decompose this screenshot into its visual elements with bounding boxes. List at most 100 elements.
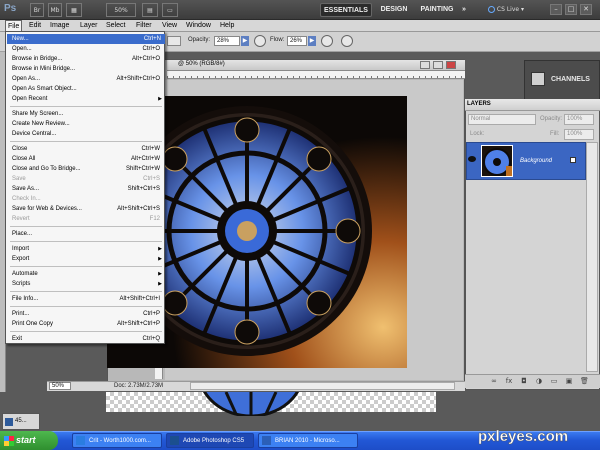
menu-item-close[interactable]: Close Ctrl+W [12, 144, 164, 154]
menu-item-shortcut: Ctrl+Q [142, 336, 160, 342]
layer-opacity-input[interactable]: 100% [564, 114, 594, 125]
layer-style-icon[interactable]: fx [505, 377, 513, 385]
new-layer-icon[interactable]: ▣ [565, 377, 573, 385]
menu-item-label: File Info... [12, 296, 39, 302]
maximize-button[interactable]: □ [565, 4, 577, 15]
close-button[interactable]: ✕ [580, 4, 592, 15]
menu-separator [10, 141, 162, 142]
lower-window-preview-art [202, 392, 300, 416]
menu-item-label: Print One Copy [12, 321, 54, 327]
brush-mode-dropdown[interactable] [167, 36, 181, 46]
menu-item-label: Create New Review... [12, 121, 70, 127]
menu-item-export[interactable]: Export ▶ [12, 254, 164, 264]
workspace-essentials[interactable]: ESSENTIALS [320, 3, 372, 17]
menu-item-label: Print... [12, 311, 30, 317]
lock-icon [570, 157, 576, 163]
menu-item-share-my-screen[interactable]: Share My Screen... [12, 109, 164, 119]
layer-thumbnail [481, 145, 513, 177]
document-size-readout[interactable]: Doc: 2.73M/2.73M [114, 383, 163, 389]
menu-separator [10, 226, 162, 227]
blend-mode-dropdown[interactable]: Normal [468, 114, 536, 125]
menu-item-shortcut: Shift+Ctrl+W [125, 166, 160, 172]
taskbar-item-photoshop[interactable]: Adobe Photoshop CS5 [166, 433, 254, 448]
menu-help[interactable]: Help [218, 20, 236, 32]
eye-icon[interactable] [468, 156, 476, 162]
menu-item-check-in: Check In... [12, 194, 164, 204]
menu-item-shortcut: Ctrl+O [142, 46, 160, 52]
menu-item-scripts[interactable]: Scripts ▶ [12, 279, 164, 289]
taskbar-item-word[interactable]: BRIAN 2010 - Microso... [258, 433, 358, 448]
menu-separator [10, 331, 162, 332]
cs-live-button[interactable]: CS Live ▾ [488, 4, 538, 16]
menu-item-device-central[interactable]: Device Central... [12, 129, 164, 139]
bridge-button[interactable]: Br [30, 3, 44, 17]
document-title: @ 50% (RGB/8#) [178, 61, 225, 67]
menu-item-open[interactable]: Open... Ctrl+O [12, 44, 164, 54]
view-extras-button[interactable]: ▦ [66, 3, 82, 17]
arrange-documents-button[interactable]: ▤ [142, 3, 158, 17]
menu-item-label: Export [12, 256, 30, 262]
document-maximize-button[interactable] [433, 61, 443, 69]
menu-item-browse-in-bridge[interactable]: Browse in Bridge... Alt+Ctrl+O [12, 54, 164, 64]
menu-item-close-and-go-to-bridge[interactable]: Close and Go To Bridge... Shift+Ctrl+W [12, 164, 164, 174]
workspace-painting[interactable]: PAINTING [418, 3, 456, 17]
menu-item-import[interactable]: Import ▶ [12, 244, 164, 254]
menu-item-shortcut: Alt+Shift+Ctrl+P [117, 321, 160, 327]
menu-item-browse-in-mini-bridge[interactable]: Browse in Mini Bridge... [12, 64, 164, 74]
menu-item-file-info[interactable]: File Info... Alt+Shift+Ctrl+I [12, 294, 164, 304]
layer-mask-icon[interactable]: ◘ [520, 377, 528, 385]
menu-item-place[interactable]: Place... [12, 229, 164, 239]
menu-item-label: Device Central... [12, 131, 57, 137]
fill-input[interactable]: 100% [564, 129, 594, 140]
zoom-level-dropdown[interactable]: 50% [106, 3, 136, 17]
opacity-slider-arrow-icon[interactable]: ▶ [241, 36, 249, 46]
menu-item-shortcut: Ctrl+N [143, 36, 161, 42]
cs-live-label: CS Live [496, 6, 520, 13]
link-layers-icon[interactable]: ∞ [490, 377, 498, 385]
pressure-opacity-icon[interactable] [254, 35, 266, 47]
menu-item-label: Save for Web & Devices... [12, 206, 82, 212]
document-minimize-button[interactable] [420, 61, 430, 69]
zoom-field[interactable]: 50% [49, 382, 71, 390]
menu-item-open-as-smart-object[interactable]: Open As Smart Object... [12, 84, 164, 94]
workspace-design[interactable]: DESIGN [378, 3, 410, 17]
menu-item-automate[interactable]: Automate ▶ [12, 269, 164, 279]
menu-item-shortcut: Ctrl+P [143, 311, 160, 317]
menu-item-open-as[interactable]: Open As... Alt+Shift+Ctrl+O [12, 74, 164, 84]
taskbar-item-browser[interactable]: Crit - Worth1000.com... [72, 433, 162, 448]
screen-mode-button[interactable]: ▭ [162, 3, 178, 17]
menu-item-new[interactable]: New... Ctrl+N [7, 34, 165, 44]
menu-item-label: Place... [12, 231, 33, 237]
lower-window-preview [196, 392, 306, 416]
menu-item-save-for-web-devices[interactable]: Save for Web & Devices... Alt+Shift+Ctrl+… [12, 204, 164, 214]
horizontal-scrollbar[interactable] [190, 382, 455, 390]
delete-layer-icon[interactable]: 🗑 [580, 377, 589, 385]
minimize-button[interactable]: – [550, 4, 562, 15]
menu-item-print[interactable]: Print... Ctrl+P [12, 309, 164, 319]
menu-item-create-new-review[interactable]: Create New Review... [12, 119, 164, 129]
new-group-icon[interactable]: ▭ [550, 377, 558, 385]
pressure-size-icon[interactable] [341, 35, 353, 47]
airbrush-icon[interactable] [321, 35, 333, 47]
menu-item-open-recent[interactable]: Open Recent ▶ [12, 94, 164, 104]
document-close-button[interactable] [446, 61, 456, 69]
submenu-arrow-icon: ▶ [158, 246, 162, 252]
layers-scrollbar[interactable] [586, 142, 598, 372]
menu-item-exit[interactable]: Exit Ctrl+Q [12, 334, 164, 344]
flow-slider-arrow-icon[interactable]: ▶ [308, 36, 316, 46]
submenu-arrow-icon: ▶ [158, 271, 162, 277]
horizontal-ruler[interactable] [167, 71, 465, 79]
opacity-input[interactable]: 28% [214, 36, 240, 46]
menu-item-save-as[interactable]: Save As... Shift+Ctrl+S [12, 184, 164, 194]
flow-input[interactable]: 26% [287, 36, 307, 46]
adjustment-layer-icon[interactable]: ◑ [535, 377, 543, 385]
menu-item-print-one-copy[interactable]: Print One Copy Alt+Shift+Ctrl+P [12, 319, 164, 329]
menu-item-close-all[interactable]: Close All Alt+Ctrl+W [12, 154, 164, 164]
menu-item-label: Check In... [12, 196, 41, 202]
watermark: pxleyes.com [478, 428, 568, 445]
menu-item-shortcut: Alt+Shift+Ctrl+S [117, 206, 160, 212]
workspace-more-chevron-icon[interactable]: » [458, 3, 470, 17]
menu-window[interactable]: Window [184, 20, 213, 32]
mini-bridge-button[interactable]: Mb [48, 3, 62, 17]
tab-layers[interactable]: LAYERS [467, 101, 491, 107]
